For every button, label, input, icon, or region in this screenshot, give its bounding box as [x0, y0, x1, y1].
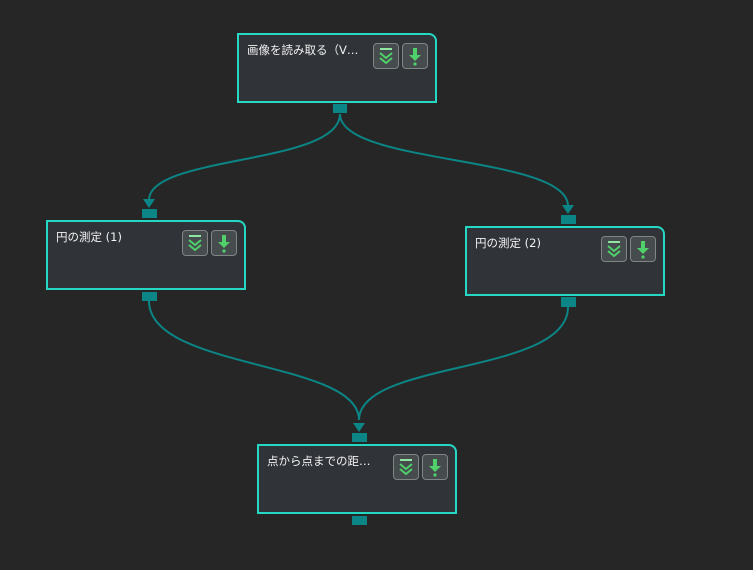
node-title: 点から点までの距… — [267, 454, 371, 468]
arrow-down-icon — [429, 459, 441, 477]
node-point-distance[interactable]: 点から点までの距… — [257, 444, 457, 514]
input-port-circle-1[interactable] — [142, 209, 157, 218]
node-circle-measure-2[interactable]: 円の測定 (2) — [465, 226, 665, 296]
run-step-button[interactable] — [630, 236, 656, 262]
double-chevron-down-icon — [607, 241, 621, 258]
run-step-button[interactable] — [402, 43, 428, 69]
connection-line-circle-1-to-distance[interactable] — [148, 300, 360, 421]
output-port-read-image[interactable] — [333, 104, 347, 113]
connection-line-read-to-circle-1[interactable] — [148, 113, 341, 201]
input-port-circle-2[interactable] — [561, 215, 576, 224]
connection-line-circle-2-to-distance[interactable] — [358, 306, 569, 421]
arrow-down-icon — [409, 48, 421, 66]
node-title: 円の測定 (1) — [56, 230, 122, 244]
arrowhead-distance — [353, 423, 365, 432]
run-step-button[interactable] — [422, 454, 448, 480]
double-chevron-down-icon — [399, 459, 413, 476]
arrow-down-icon — [637, 241, 649, 259]
output-port-circle-2[interactable] — [561, 297, 576, 307]
node-title: 円の測定 (2) — [475, 236, 541, 250]
double-chevron-down-icon — [379, 48, 393, 65]
double-chevron-down-icon — [188, 235, 202, 252]
node-title: 画像を読み取る（V… — [247, 43, 359, 57]
expand-button[interactable] — [182, 230, 208, 256]
expand-button[interactable] — [373, 43, 399, 69]
expand-button[interactable] — [393, 454, 419, 480]
node-circle-measure-1[interactable]: 円の測定 (1) — [46, 220, 246, 290]
node-read-image[interactable]: 画像を読み取る（V… — [237, 33, 437, 103]
output-port-circle-1[interactable] — [142, 292, 157, 301]
output-port-distance[interactable] — [352, 516, 367, 525]
arrowhead-circle-2 — [562, 205, 574, 214]
expand-button[interactable] — [601, 236, 627, 262]
connection-line-read-to-circle-2[interactable] — [339, 113, 569, 207]
arrowhead-circle-1 — [143, 199, 155, 208]
run-step-button[interactable] — [211, 230, 237, 256]
input-port-distance[interactable] — [352, 433, 367, 442]
arrow-down-icon — [218, 235, 230, 253]
